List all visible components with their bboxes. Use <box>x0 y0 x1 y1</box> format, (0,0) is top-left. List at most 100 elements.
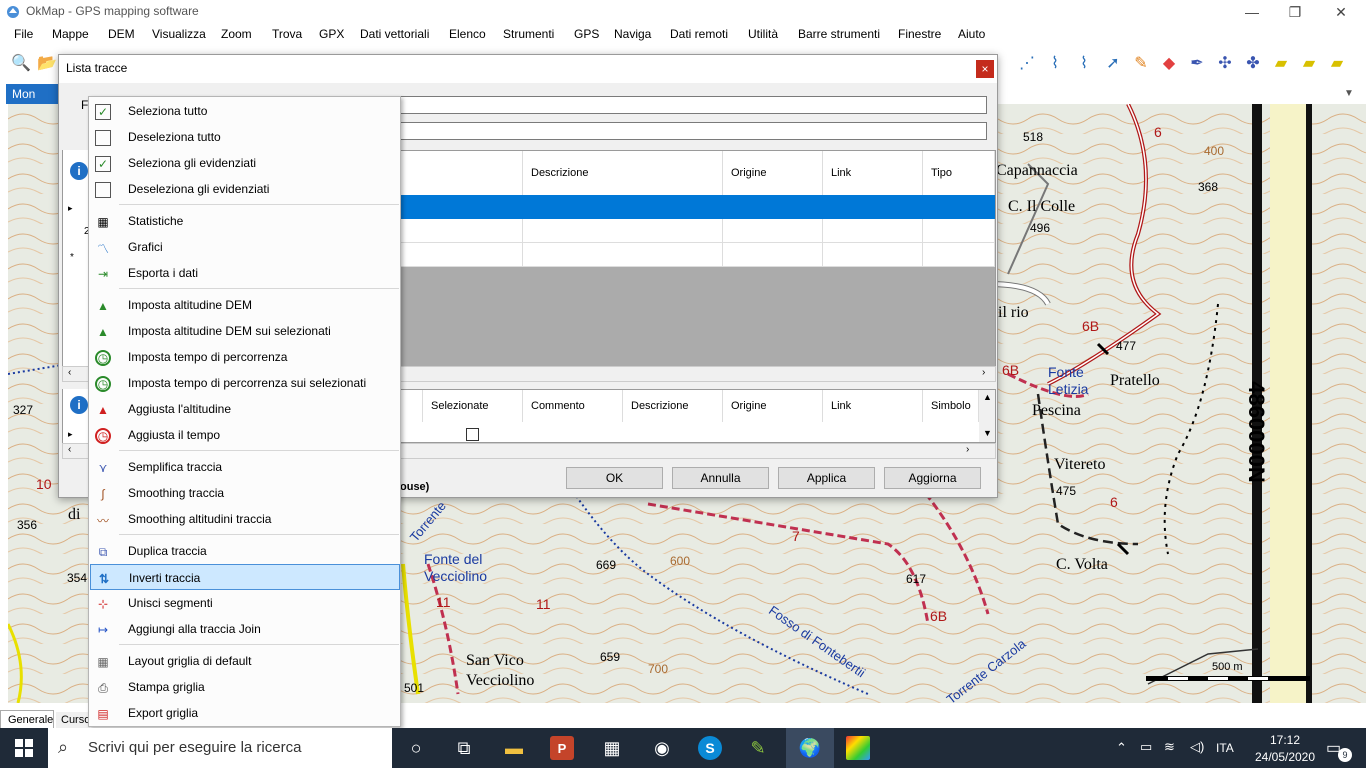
notepad-icon[interactable]: ✎ <box>746 736 770 760</box>
minimize-button[interactable]: — <box>1229 0 1275 24</box>
grid-header-tipo[interactable]: Tipo <box>923 151 995 195</box>
menu-item-default-grid-layout[interactable]: ▦ Layout griglia di default <box>90 648 400 674</box>
menu-mappe[interactable]: Mappe <box>52 27 89 41</box>
scroll-right-icon[interactable]: › <box>982 367 985 378</box>
table-cell[interactable] <box>523 219 723 243</box>
steam-icon[interactable]: ◉ <box>650 736 674 760</box>
menu-item-adjust-altitude[interactable]: ▲ Aggiusta l'altitudine <box>90 396 400 422</box>
menu-item-duplicate-track[interactable]: ⧉ Duplica traccia <box>90 538 400 564</box>
okmap-taskbar-icon[interactable]: 🌍 <box>798 736 822 760</box>
menu-zoom[interactable]: Zoom <box>221 27 252 41</box>
clock-date[interactable]: 24/05/2020 <box>1250 750 1320 764</box>
menu-item-export-grid[interactable]: ▤ Export griglia <box>90 700 400 726</box>
menu-elenco[interactable]: Elenco <box>449 27 486 41</box>
route-tool-icon[interactable]: ⋰ <box>1016 52 1038 74</box>
tray-chevron-icon[interactable]: ⌃ <box>1116 740 1127 756</box>
menu-strumenti[interactable]: Strumenti <box>503 27 554 41</box>
filter-field-2[interactable] <box>400 122 987 140</box>
taskbar-search-box[interactable]: Scrivi qui per eseguire la ricerca <box>48 728 392 768</box>
scroll-down-icon[interactable]: ▼ <box>983 428 992 438</box>
menu-finestre[interactable]: Finestre <box>898 27 941 41</box>
track-tool-icon[interactable]: ⌇ <box>1073 52 1095 74</box>
menu-item-join-segments[interactable]: ⊹ Unisci segmenti <box>90 590 400 616</box>
grid-header-descrizione[interactable]: Descrizione <box>623 390 723 422</box>
menu-file[interactable]: File <box>14 27 33 41</box>
menu-item-deselect-all[interactable]: Deseleziona tutto <box>90 124 400 150</box>
table-cell[interactable] <box>823 219 923 243</box>
scroll-right-icon[interactable]: › <box>966 444 969 455</box>
wifi-icon[interactable]: ≋ <box>1164 739 1175 755</box>
route-edit-icon[interactable]: ⌇ <box>1044 52 1066 74</box>
grid-header-simbolo[interactable]: Simbolo <box>923 390 979 422</box>
menu-item-set-dem-altitude-selected[interactable]: ▲ Imposta altitudine DEM sui selezionati <box>90 318 400 344</box>
windows-start-icon[interactable] <box>12 736 36 760</box>
map-tab[interactable]: Mon <box>6 84 64 104</box>
skype-icon[interactable]: S <box>698 736 722 760</box>
menu-dati-remoti[interactable]: Dati remoti <box>670 27 728 41</box>
grid-header-selezionate[interactable]: Selezionate <box>423 390 523 422</box>
waypoint-icon[interactable]: ◆ <box>1158 52 1180 74</box>
dialog-close-button[interactable]: × <box>976 60 994 78</box>
menu-item-select-all[interactable]: ✓ Seleziona tutto <box>90 98 400 124</box>
grid-header-commento[interactable]: Commento <box>523 390 623 422</box>
table-cell[interactable] <box>723 243 823 267</box>
grid-header-origine[interactable]: Origine <box>723 390 823 422</box>
menu-naviga[interactable]: Naviga <box>614 27 651 41</box>
task-view-icon[interactable]: ⧉ <box>452 736 476 760</box>
scroll-left-icon[interactable]: ‹ <box>68 367 71 378</box>
powerpoint-icon[interactable]: P <box>550 736 574 760</box>
menu-item-select-highlighted[interactable]: ✓ Seleziona gli evidenziati <box>90 150 400 176</box>
tab-generale[interactable]: Generale <box>0 710 54 730</box>
ruler-delete-icon[interactable]: ▰ <box>1326 52 1348 74</box>
close-button[interactable]: ✕ <box>1318 0 1364 24</box>
battery-icon[interactable]: ▭ <box>1140 739 1152 755</box>
cancel-button[interactable]: Annulla <box>672 467 769 489</box>
grid-header-link[interactable]: Link <box>823 151 923 195</box>
scroll-up-icon[interactable]: ▲ <box>983 392 992 402</box>
menu-item-export-data[interactable]: ⇥ Esporta i dati <box>90 260 400 286</box>
grid-header[interactable] <box>401 390 423 422</box>
menu-aiuto[interactable]: Aiuto <box>958 27 985 41</box>
menu-visualizza[interactable]: Visualizza <box>152 27 206 41</box>
table-cell[interactable] <box>401 243 523 267</box>
scroll-left-icon[interactable]: ‹ <box>68 444 71 455</box>
menu-item-smoothing-track[interactable]: ∫ Smoothing traccia <box>90 480 400 506</box>
open-folder-icon[interactable]: 📂 <box>36 52 58 74</box>
menu-item-adjust-time[interactable]: ◷ Aggiusta il tempo <box>90 422 400 448</box>
menu-item-smoothing-altitudes[interactable]: 〰 Smoothing altitudini traccia <box>90 506 400 532</box>
grid-header-descrizione[interactable]: Descrizione <box>523 151 723 195</box>
menu-barre-strumenti[interactable]: Barre strumenti <box>798 27 880 41</box>
grid-header[interactable] <box>401 151 523 195</box>
tab-dropdown-icon[interactable]: ▼ <box>1344 88 1354 99</box>
menu-gpx[interactable]: GPX <box>319 27 344 41</box>
menu-item-set-travel-time-selected[interactable]: ◷ Imposta tempo di percorrenza sui selezi… <box>90 370 400 396</box>
menu-item-set-dem-altitude[interactable]: ▲ Imposta altitudine DEM <box>90 292 400 318</box>
zoom-tool-icon[interactable]: 🔍 <box>10 52 32 74</box>
menu-utilita[interactable]: Utilità <box>748 27 778 41</box>
ruler-add-icon[interactable]: ▰ <box>1298 52 1320 74</box>
cortana-icon[interactable]: ○ <box>404 736 428 760</box>
file-explorer-icon[interactable]: ▬ <box>502 736 526 760</box>
input-language[interactable]: ITA <box>1216 741 1234 755</box>
menu-trova[interactable]: Trova <box>272 27 302 41</box>
menu-dem[interactable]: DEM <box>108 27 135 41</box>
restore-button[interactable]: ❐ <box>1272 0 1318 24</box>
menu-item-reverse-track[interactable]: ⇅ Inverti traccia <box>90 564 400 590</box>
menu-item-statistics[interactable]: ▦ Statistiche <box>90 208 400 234</box>
volume-icon[interactable]: ◁) <box>1190 739 1204 755</box>
delete-node-icon[interactable]: ✤ <box>1242 52 1264 74</box>
ok-button[interactable]: OK <box>566 467 663 489</box>
filter-field[interactable] <box>400 96 987 114</box>
menu-item-print-grid[interactable]: ⎙ Stampa griglia <box>90 674 400 700</box>
table-cell[interactable] <box>823 243 923 267</box>
color-app-icon[interactable] <box>846 736 870 760</box>
clock-time[interactable]: 17:12 <box>1250 733 1320 747</box>
menu-item-deselect-highlighted[interactable]: Deseleziona gli evidenziati <box>90 176 400 202</box>
calculator-app-icon[interactable]: ▦ <box>600 736 624 760</box>
table-cell[interactable] <box>923 219 995 243</box>
menu-gps[interactable]: GPS <box>574 27 599 41</box>
apply-button[interactable]: Applica <box>778 467 875 489</box>
update-button[interactable]: Aggiorna <box>884 467 981 489</box>
pen-icon[interactable]: ✒ <box>1186 52 1208 74</box>
grid-header-origine[interactable]: Origine <box>723 151 823 195</box>
